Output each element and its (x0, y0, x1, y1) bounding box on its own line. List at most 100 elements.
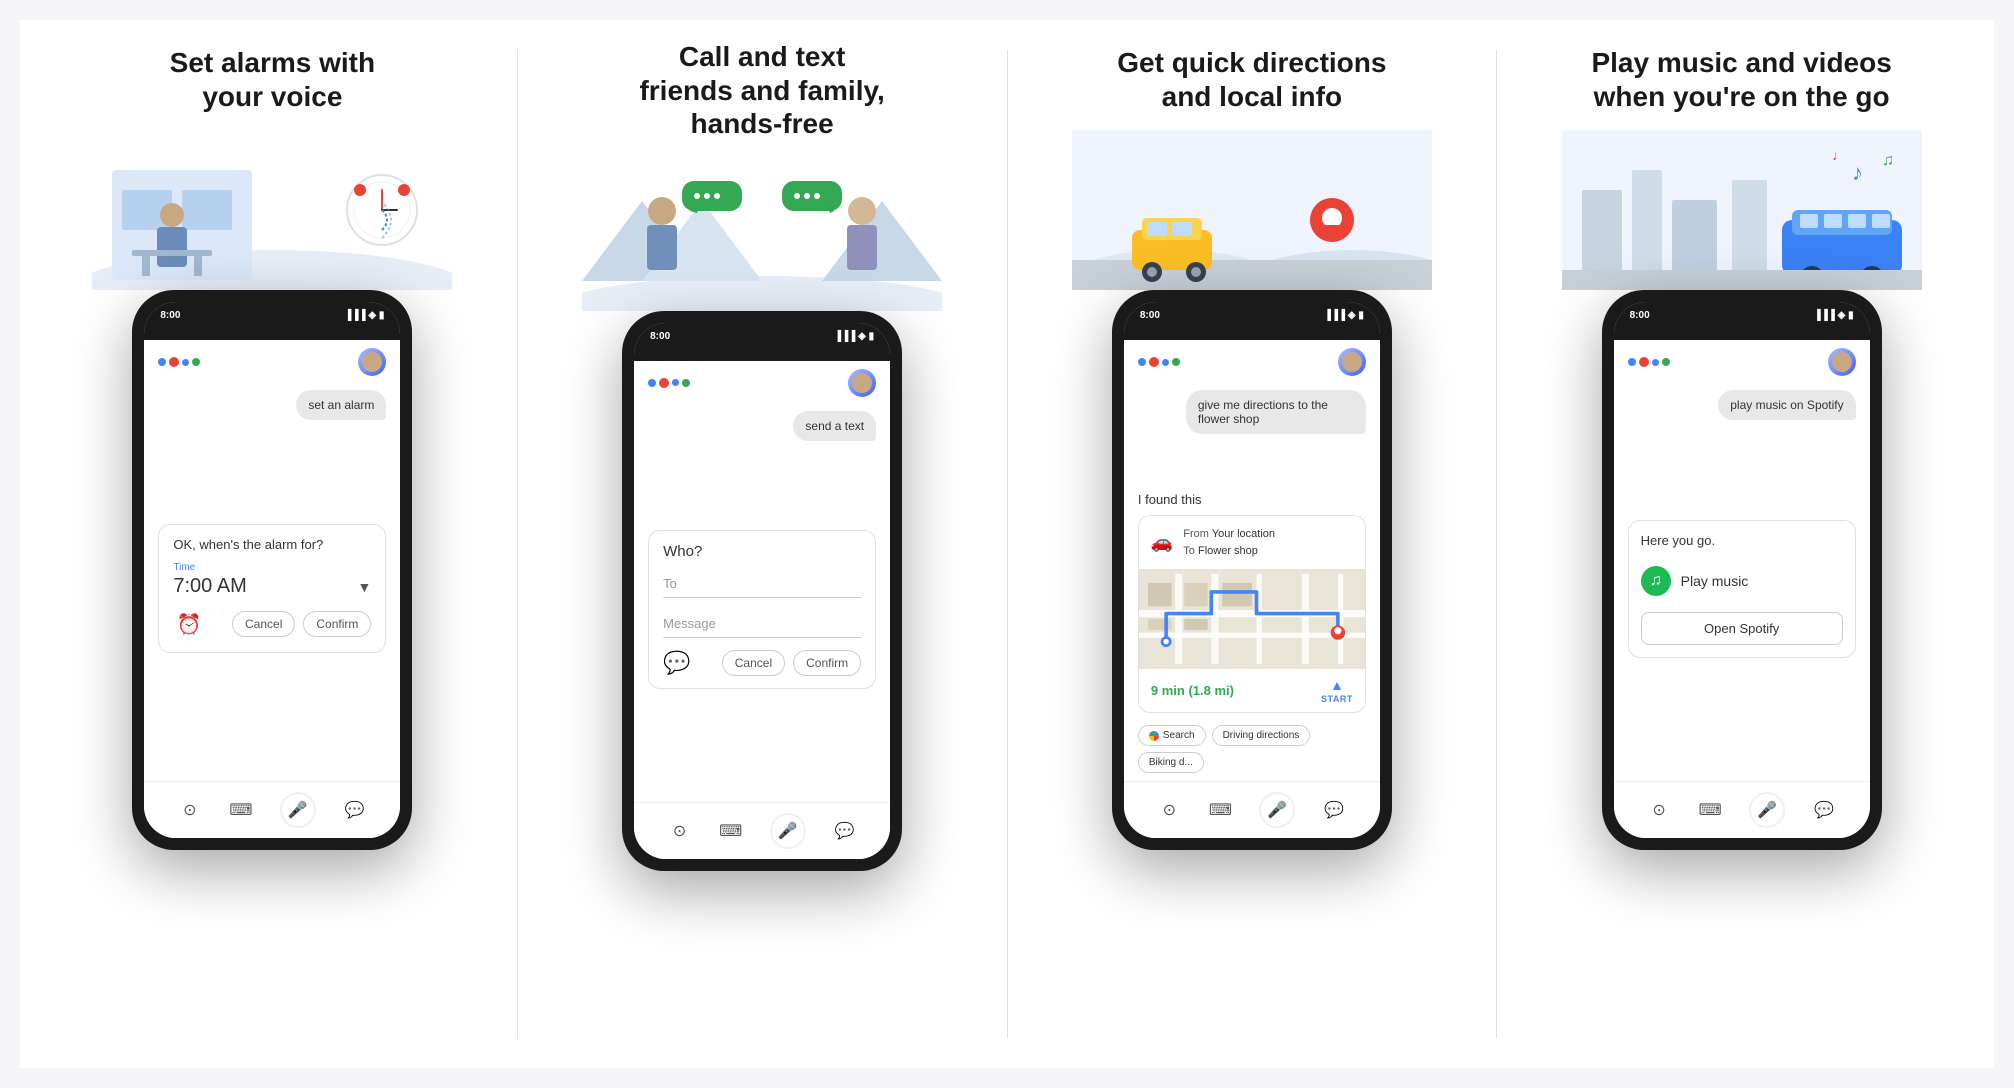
user-bubble-4: play music on Spotify (1718, 390, 1855, 420)
user-avatar-2 (848, 369, 876, 397)
text-panel: Call and text friends and family, hands-… (526, 40, 999, 1048)
svg-text:♫: ♫ (1882, 152, 1894, 169)
message-input[interactable]: Message (663, 610, 861, 638)
bubble-icon-2[interactable]: 💬 (833, 821, 857, 841)
start-button[interactable]: ▲ START (1321, 677, 1353, 704)
chat-area-2: send a text (634, 405, 890, 526)
text-phone: 8:00 ▐▐▐ ◈ ▮ (622, 311, 902, 871)
ga-dot-blue (158, 358, 166, 366)
ga-dot-green (192, 358, 200, 366)
to-label: To (1183, 545, 1195, 557)
bubble-icon-4[interactable]: 💬 (1812, 800, 1836, 820)
from-label: From (1183, 528, 1209, 540)
chat-area-1: set an alarm (144, 384, 400, 520)
keyboard-icon-1[interactable]: ⌨ (229, 800, 253, 820)
alarm-question: OK, when's the alarm for? (173, 537, 371, 552)
status-time-4: 8:00 (1630, 310, 1650, 321)
to-input[interactable]: To (663, 570, 861, 598)
alarm-cancel-button[interactable]: Cancel (232, 611, 295, 637)
ga-dot-blue-2 (648, 379, 656, 387)
svg-text:♪: ♪ (1852, 160, 1863, 185)
alarm-time-label: Time (173, 562, 371, 573)
status-icons-3: ▐▐▐ ◈ ▮ (1324, 310, 1364, 321)
ga-dot-blue-3 (1138, 358, 1146, 366)
bubble-icon-3[interactable]: 💬 (1322, 800, 1346, 820)
google-logo-icon (1149, 731, 1159, 741)
compass-icon-3[interactable]: ⊙ (1157, 800, 1181, 820)
car-icon: 🚗 (1151, 532, 1173, 553)
directions-card: 🚗 From Your location To Flower shop (1138, 515, 1366, 713)
open-spotify-button[interactable]: Open Spotify (1641, 612, 1843, 645)
directions-illustration (1016, 130, 1489, 290)
compass-icon-2[interactable]: ⊙ (668, 821, 692, 841)
ga-dot-red-4 (1639, 357, 1649, 367)
keyboard-icon-3[interactable]: ⌨ (1208, 800, 1232, 820)
compass-icon-1[interactable]: ⊙ (178, 800, 202, 820)
start-label: START (1321, 694, 1353, 704)
music-title: Play music and videos when you're on the… (1581, 40, 1901, 120)
alarm-illustration (36, 130, 509, 290)
alarm-buttons: Cancel Confirm (232, 611, 371, 637)
dropdown-arrow[interactable]: ▼ (358, 579, 372, 595)
driving-chip-label: Driving directions (1223, 730, 1300, 741)
divider-1 (517, 50, 518, 1038)
chat-area-4: play music on Spotify (1614, 384, 1870, 516)
ga-dot-green-3 (1172, 358, 1180, 366)
music-screen: 8:00 ▐▐▐ ◈ ▮ (1614, 302, 1870, 838)
alarm-time-row: 7:00 AM ▼ (173, 575, 371, 598)
bottom-bar-4: ⊙ ⌨ 🎤 💬 (1614, 781, 1870, 838)
user-bubble-1: set an alarm (296, 390, 386, 420)
directions-text: From Your location To Flower shop (1183, 526, 1275, 559)
bottom-bar-1: ⊙ ⌨ 🎤 💬 (144, 781, 400, 838)
ga-dot-blue2-4 (1652, 359, 1659, 366)
mic-button-3[interactable]: 🎤 (1259, 792, 1295, 828)
user-avatar-3 (1338, 348, 1366, 376)
mic-button-2[interactable]: 🎤 (770, 813, 806, 849)
text-card: Who? To Message 💬 Cancel Confirm (648, 530, 876, 689)
text-phone-wrapper: 8:00 ▐▐▐ ◈ ▮ (622, 311, 902, 1048)
main-container: Set alarms with your voice (20, 20, 1994, 1068)
biking-chip-label: Biking d... (1149, 757, 1193, 768)
mic-button-4[interactable]: 🎤 (1749, 792, 1785, 828)
ga-dot-green-2 (682, 379, 690, 387)
alarm-panel: Set alarms with your voice (36, 40, 509, 1048)
text-confirm-button[interactable]: Confirm (793, 650, 861, 676)
status-icons-2: ▐▐▐ ◈ ▮ (834, 331, 874, 342)
compass-icon-4[interactable]: ⊙ (1647, 800, 1671, 820)
text-illustration (526, 151, 999, 311)
biking-chip[interactable]: Biking d... (1138, 752, 1204, 773)
ga-dot-blue-4 (1628, 358, 1636, 366)
assistant-header-2 (634, 361, 890, 405)
ga-dot-green-4 (1662, 358, 1670, 366)
bubble-icon-1[interactable]: 💬 (343, 800, 367, 820)
directions-screen: 8:00 ▐▐▐ ◈ ▮ (1124, 302, 1380, 838)
spotify-logo-icon: ♫ (1641, 566, 1671, 596)
who-label: Who? (663, 543, 861, 560)
music-phone: 8:00 ▐▐▐ ◈ ▮ (1602, 290, 1882, 850)
alarm-actions: ⏰ Cancel Confirm (173, 608, 371, 640)
text-buttons: Cancel Confirm (722, 650, 861, 676)
start-arrow-icon: ▲ (1330, 677, 1344, 693)
keyboard-icon-4[interactable]: ⌨ (1698, 800, 1722, 820)
bottom-bar-2: ⊙ ⌨ 🎤 💬 (634, 802, 890, 859)
driving-chip[interactable]: Driving directions (1212, 725, 1311, 746)
directions-footer: 9 min (1.8 mi) ▲ START (1139, 669, 1365, 712)
svg-text:♩: ♩ (1832, 147, 1846, 163)
user-avatar-4 (1828, 348, 1856, 376)
from-value-text: Your location (1212, 528, 1275, 540)
alarm-time-value: 7:00 AM (173, 575, 246, 598)
mic-button-1[interactable]: 🎤 (280, 792, 316, 828)
music-illustration: ♪ ♫ ♩ (1505, 130, 1978, 290)
search-chip[interactable]: Search (1138, 725, 1206, 746)
music-card: Here you go. ♫ Play music Open Spotify (1628, 520, 1856, 658)
search-chip-label: Search (1163, 730, 1195, 741)
user-bubble-2: send a text (793, 411, 876, 441)
assistant-header-3 (1124, 340, 1380, 384)
text-cancel-button[interactable]: Cancel (722, 650, 785, 676)
ga-dot-blue2 (182, 359, 189, 366)
alarm-confirm-button[interactable]: Confirm (303, 611, 371, 637)
alarm-screen: 8:00 ▐▐▐ ◈ ▮ (144, 302, 400, 838)
status-icons-4: ▐▐▐ ◈ ▮ (1814, 310, 1854, 321)
assistant-header-1 (144, 340, 400, 384)
keyboard-icon-2[interactable]: ⌨ (719, 821, 743, 841)
